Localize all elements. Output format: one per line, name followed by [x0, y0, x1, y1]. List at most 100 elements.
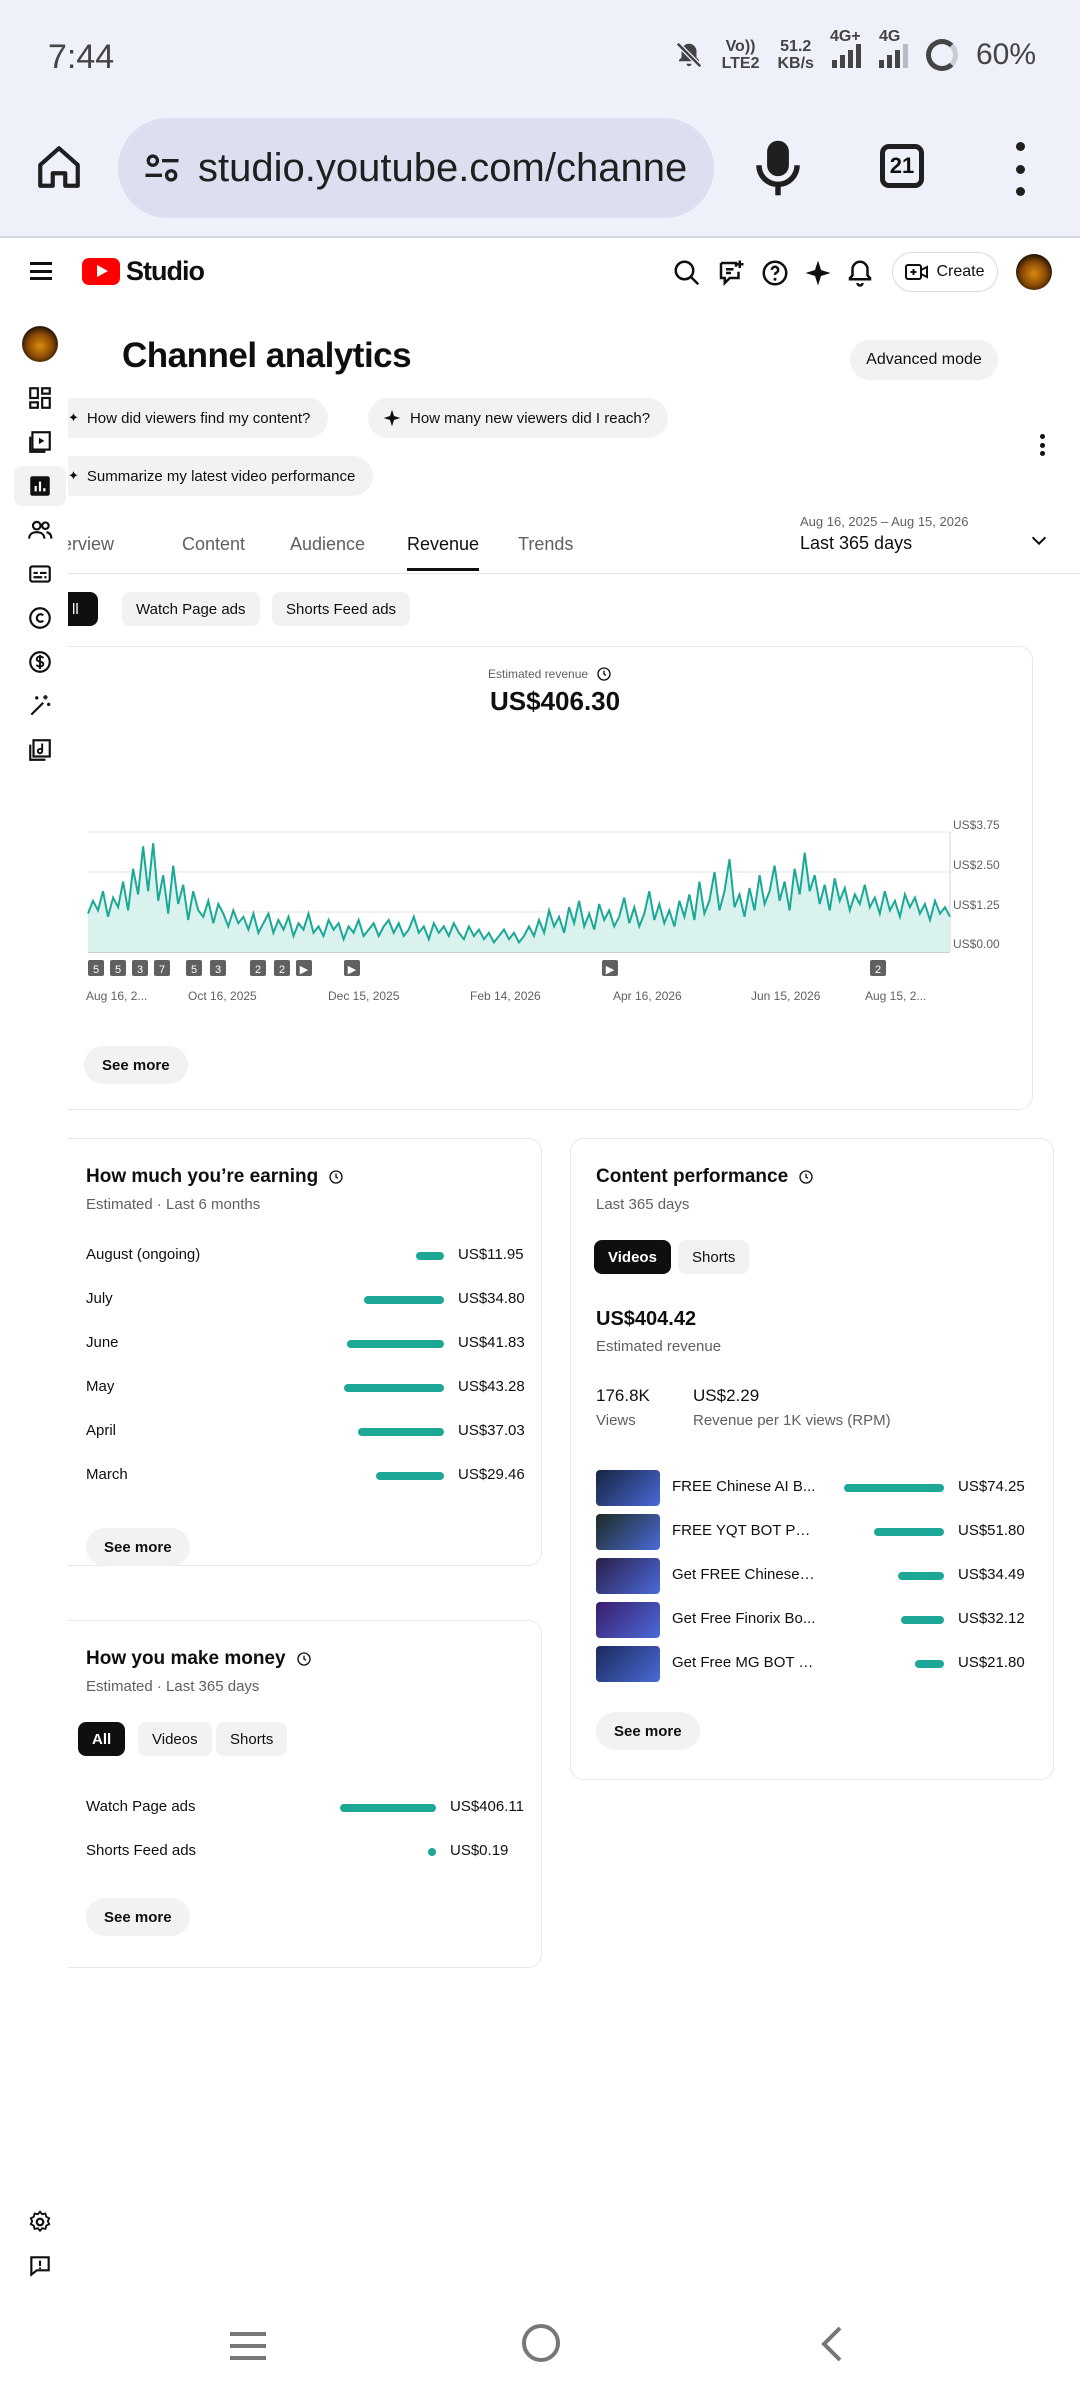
- money-chip-shorts[interactable]: Shorts: [216, 1722, 288, 1756]
- content-see-more-button[interactable]: See more: [596, 1712, 700, 1750]
- filter-chip-watch-page-ads[interactable]: Watch Page ads: [122, 592, 260, 626]
- sidebar-item-earn[interactable]: [20, 642, 60, 682]
- tab-revenue[interactable]: Revenue: [407, 534, 480, 571]
- video-title[interactable]: Get Free MG BOT P...: [672, 1654, 816, 1671]
- earning-value: US$34.80: [458, 1290, 525, 1307]
- revenue-line-chart: 5 5 3 7 5 3 2 2 ▶ ▶ ▶ 2: [87, 831, 951, 976]
- money-chip-videos[interactable]: Videos: [138, 1722, 212, 1756]
- video-thumbnail[interactable]: [596, 1470, 660, 1506]
- revenue-see-more-button[interactable]: See more: [84, 1046, 188, 1084]
- filter-chip-shorts-feed-ads[interactable]: Shorts Feed ads: [272, 592, 411, 626]
- site-settings-icon[interactable]: [140, 146, 184, 190]
- upload-marker[interactable]: ▶: [602, 960, 618, 976]
- notifications-bell-icon[interactable]: [845, 258, 875, 288]
- sidebar-item-audio-library[interactable]: [20, 730, 60, 770]
- video-row[interactable]: FREE Chinese AI B... US$74.25: [596, 1470, 1026, 1506]
- tab-audience[interactable]: Audience: [290, 534, 365, 555]
- help-icon[interactable]: [760, 258, 790, 288]
- upload-marker[interactable]: 5: [88, 960, 104, 976]
- sidebar-item-settings[interactable]: [20, 2202, 60, 2242]
- video-thumbnail[interactable]: [596, 1646, 660, 1682]
- account-avatar[interactable]: [1016, 254, 1052, 290]
- address-bar[interactable]: studio.youtube.com/channe: [118, 118, 714, 218]
- video-thumbnail[interactable]: [596, 1514, 660, 1550]
- sidebar-item-analytics[interactable]: [14, 466, 66, 506]
- tab-overview[interactable]: erview: [68, 534, 114, 555]
- create-button[interactable]: Create: [892, 252, 998, 292]
- chevron-down-icon[interactable]: [1028, 530, 1050, 552]
- advanced-mode-button[interactable]: Advanced mode: [850, 340, 998, 380]
- home-icon[interactable]: [34, 142, 84, 192]
- sidebar-item-customization[interactable]: [20, 686, 60, 726]
- home-circle-icon[interactable]: [520, 2322, 562, 2364]
- earning-see-more-button[interactable]: See more: [86, 1528, 190, 1566]
- main-content: Channel analytics Advanced mode ✦ How di…: [68, 306, 1080, 2296]
- channel-avatar[interactable]: [22, 326, 58, 362]
- sidebar-item-dashboard[interactable]: [20, 378, 60, 418]
- sparkle-ai-icon[interactable]: [803, 258, 833, 288]
- browser-toolbar: studio.youtube.com/channe 21: [0, 118, 1080, 238]
- date-range-picker[interactable]: Aug 16, 2025 – Aug 15, 2026 Last 365 day…: [800, 514, 968, 554]
- browser-menu-icon[interactable]: [1012, 142, 1028, 196]
- earning-bar: [344, 1384, 444, 1392]
- video-row[interactable]: Get Free Finorix Bo... US$32.12: [596, 1602, 1026, 1638]
- sidebar-item-copyright[interactable]: [20, 598, 60, 638]
- earning-month-label: May: [86, 1378, 115, 1395]
- revenue-source-value: US$0.19: [450, 1842, 509, 1859]
- svg-text:5: 5: [191, 964, 197, 976]
- upload-marker[interactable]: 2: [870, 960, 886, 976]
- upload-marker[interactable]: ▶: [344, 960, 360, 976]
- upload-marker[interactable]: 3: [210, 960, 226, 976]
- content-chip-videos[interactable]: Videos: [594, 1240, 671, 1274]
- more-options-icon[interactable]: [1038, 434, 1046, 456]
- suggestion-chip-1[interactable]: ✦ How did viewers find my content?: [68, 398, 329, 438]
- video-title[interactable]: FREE YQT BOT PR...: [672, 1522, 816, 1539]
- revenue-source-label: Watch Page ads: [86, 1798, 196, 1815]
- recent-apps-icon[interactable]: [226, 2326, 270, 2366]
- upload-marker[interactable]: 5: [110, 960, 126, 976]
- video-row[interactable]: Get Free MG BOT P... US$21.80: [596, 1646, 1026, 1682]
- revenue-source-value: US$406.11: [450, 1798, 524, 1815]
- search-icon[interactable]: [672, 258, 702, 288]
- sidebar-item-subtitles[interactable]: [20, 554, 60, 594]
- x-tick-label: Oct 16, 2025: [188, 989, 257, 1003]
- sidebar-item-community[interactable]: [20, 510, 60, 550]
- earning-value: US$11.95: [458, 1246, 524, 1263]
- upload-marker[interactable]: 2: [250, 960, 266, 976]
- sidebar-item-content[interactable]: [20, 422, 60, 462]
- sparkle-icon: ✦: [68, 468, 79, 483]
- money-chip-all[interactable]: All: [78, 1722, 126, 1756]
- back-icon[interactable]: [816, 2324, 846, 2364]
- studio-logo[interactable]: Studio: [82, 256, 205, 287]
- upload-marker[interactable]: 7: [154, 960, 170, 976]
- tab-trends[interactable]: Trends: [518, 534, 573, 555]
- money-see-more-button[interactable]: See more: [86, 1898, 190, 1936]
- filter-chip-all[interactable]: ll: [68, 592, 98, 626]
- svg-text:7: 7: [159, 964, 165, 976]
- earning-value: US$43.28: [458, 1378, 525, 1395]
- suggestion-chip-2[interactable]: How many new viewers did I reach?: [368, 398, 669, 438]
- video-title[interactable]: Get Free Finorix Bo...: [672, 1610, 816, 1627]
- video-row[interactable]: FREE YQT BOT PR... US$51.80: [596, 1514, 1026, 1550]
- svg-text:5: 5: [115, 964, 121, 976]
- suggestion-chip-3[interactable]: ✦ Summarize my latest video performance: [68, 456, 374, 496]
- video-title[interactable]: Get FREE Chinese ...: [672, 1566, 816, 1583]
- tab-content[interactable]: Content: [182, 534, 245, 555]
- earning-card-subtitle: Estimated · Last 6 months: [86, 1196, 261, 1213]
- video-thumbnail[interactable]: [596, 1602, 660, 1638]
- battery-percent: 60%: [975, 38, 1036, 71]
- menu-icon[interactable]: [30, 262, 52, 280]
- feedback-chat-icon[interactable]: [716, 258, 746, 288]
- upload-marker[interactable]: 2: [274, 960, 290, 976]
- sidebar-item-feedback[interactable]: [20, 2246, 60, 2286]
- mic-icon[interactable]: [756, 138, 800, 198]
- upload-marker[interactable]: ▶: [296, 960, 312, 976]
- upload-marker[interactable]: 5: [186, 960, 202, 976]
- upload-marker[interactable]: 3: [132, 960, 148, 976]
- video-row[interactable]: Get FREE Chinese ... US$34.49: [596, 1558, 1026, 1594]
- video-thumbnail[interactable]: [596, 1558, 660, 1594]
- content-chip-shorts[interactable]: Shorts: [678, 1240, 750, 1274]
- suggestion-label-3: Summarize my latest video performance: [86, 467, 356, 485]
- tab-switcher-button[interactable]: 21: [880, 144, 924, 188]
- video-title[interactable]: FREE Chinese AI B...: [672, 1478, 816, 1495]
